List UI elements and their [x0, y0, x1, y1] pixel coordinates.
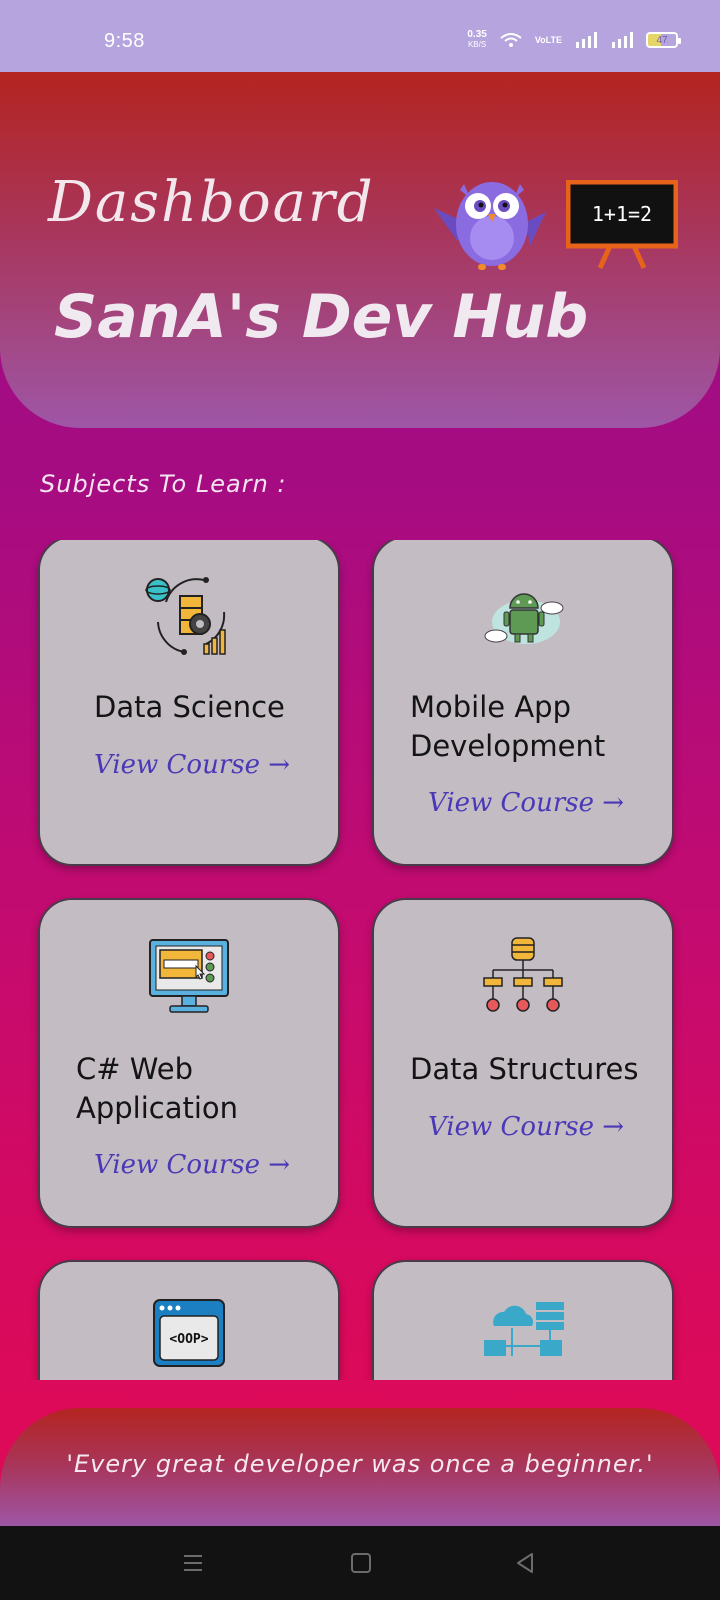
course-card-data-structures[interactable]: Data Structures View Course → [372, 898, 674, 1228]
data-science-icon [145, 577, 226, 655]
volte-icon: VoLTE [534, 34, 562, 45]
course-title: Mobile App Development [410, 690, 606, 763]
course-grid[interactable]: Data Science View Course → Mobile App De… [0, 540, 720, 1380]
view-course-link[interactable]: View Course → [428, 1112, 624, 1142]
chalkboard-text: 1+1=2 [591, 202, 653, 226]
home-icon[interactable] [346, 1548, 376, 1578]
status-time: 9:58 [104, 30, 145, 52]
network-cloud-icon [484, 1302, 564, 1356]
quote-text: 'Every great developer was once a beginn… [66, 1450, 654, 1478]
course-card-oop[interactable]: <OOP> [38, 1260, 340, 1380]
back-icon[interactable] [510, 1548, 540, 1578]
chalkboard-icon [566, 180, 678, 270]
system-nav-bar [0, 1526, 720, 1600]
page-title: Dashboard [48, 170, 375, 235]
dashboard-header: Dashboard SanA's Dev Hub 1+1=2 [0, 72, 720, 428]
network-speed: 0.35 KB/S [467, 29, 487, 50]
course-title: Data Structures [410, 1052, 639, 1086]
menu-icon[interactable] [178, 1548, 208, 1578]
hierarchy-tree-icon [483, 937, 563, 1012]
web-monitor-icon [149, 939, 229, 1013]
owl-mascot-icon [434, 182, 546, 270]
section-label: Subjects To Learn : [40, 470, 287, 498]
quote-banner: 'Every great developer was once a beginn… [0, 1408, 720, 1526]
signal-icon [576, 32, 597, 48]
app-name: SanA's Dev Hub [54, 282, 589, 352]
status-bar: 9:58 0.35 KB/S VoLTE 47 [0, 0, 720, 72]
course-title: Data Science [94, 690, 285, 724]
signal-icon-2 [612, 32, 633, 48]
wifi-icon [500, 33, 522, 47]
course-title: C# Web Application [76, 1052, 239, 1125]
battery-icon: 47 [646, 32, 681, 48]
view-course-link[interactable]: View Course → [94, 750, 290, 780]
course-card-csharp-web[interactable]: C# Web Application View Course → [38, 898, 340, 1228]
course-card-networking[interactable] [372, 1260, 674, 1380]
course-card-mobile-app[interactable]: Mobile App Development View Course → [372, 540, 674, 866]
view-course-link[interactable]: View Course → [428, 788, 624, 818]
status-icons: 0.35 KB/S VoLTE 47 [467, 29, 681, 50]
oop-code-icon: <OOP> [153, 1299, 225, 1367]
svg-text:<OOP>: <OOP> [169, 1332, 208, 1347]
view-course-link[interactable]: View Course → [94, 1150, 290, 1180]
android-cloud-icon [484, 593, 564, 644]
course-card-data-science[interactable]: Data Science View Course → [38, 540, 340, 866]
